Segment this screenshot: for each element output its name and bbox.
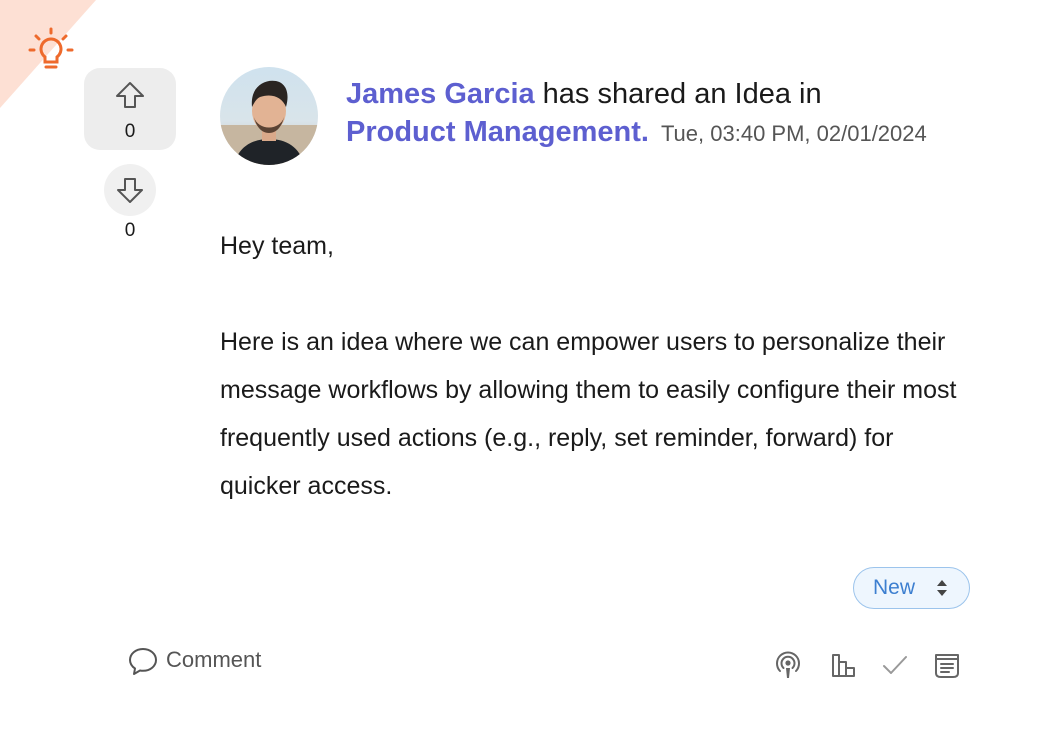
lightbulb-icon bbox=[28, 27, 74, 69]
downvote-count: 0 bbox=[124, 220, 136, 241]
action-text: has shared an Idea in bbox=[542, 78, 822, 110]
arrow-down-icon bbox=[117, 178, 143, 203]
post-header-line2: Product Management. Tue, 03:40 PM, 02/01/… bbox=[346, 116, 927, 149]
speech-bubble-icon bbox=[129, 648, 157, 675]
author-avatar[interactable] bbox=[220, 67, 318, 165]
bar-chart-icon[interactable] bbox=[829, 650, 859, 680]
status-select[interactable]: New bbox=[853, 567, 970, 609]
downvote-button[interactable] bbox=[104, 164, 156, 216]
post-greeting: Hey team, bbox=[220, 232, 334, 260]
category-link[interactable]: Product Management. bbox=[346, 116, 649, 148]
arrow-up-icon bbox=[116, 82, 144, 108]
sort-arrows-icon bbox=[937, 580, 947, 596]
checkmark-icon[interactable] bbox=[880, 650, 910, 680]
notes-icon[interactable] bbox=[932, 650, 962, 680]
upvote-count: 0 bbox=[124, 121, 136, 142]
post-timestamp: Tue, 03:40 PM, 02/01/2024 bbox=[660, 121, 927, 146]
podcast-icon[interactable] bbox=[773, 650, 803, 680]
comment-label: Comment bbox=[166, 647, 262, 672]
post-body: Hey team, Here is an idea where we can e… bbox=[220, 222, 980, 510]
post-content: Here is an idea where we can empower use… bbox=[220, 328, 957, 500]
post-header: James Garcia has shared an Idea in bbox=[346, 78, 822, 111]
status-label: New bbox=[873, 576, 916, 599]
upvote-button[interactable]: 0 bbox=[84, 68, 176, 150]
author-link[interactable]: James Garcia bbox=[346, 78, 535, 110]
